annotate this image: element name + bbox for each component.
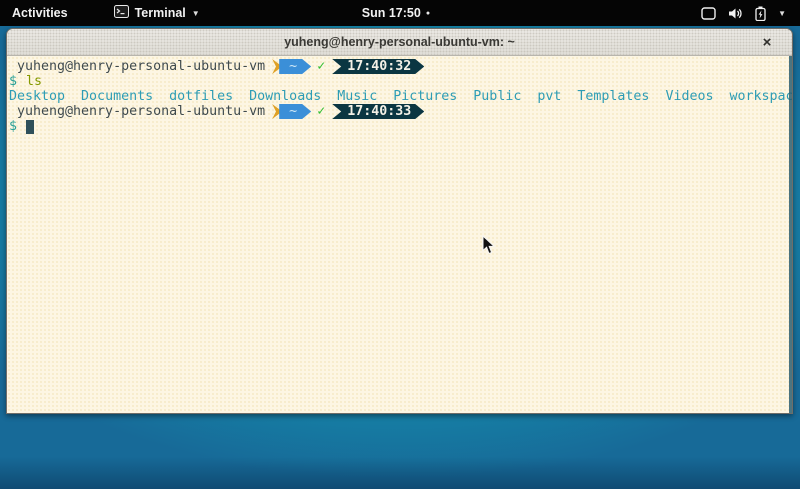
cwd-label: ~ bbox=[289, 104, 297, 119]
screen-icon bbox=[701, 7, 716, 20]
directory-entry: Documents bbox=[81, 89, 153, 104]
activities-label: Activities bbox=[12, 6, 68, 20]
prompt-symbol: $ bbox=[9, 74, 17, 89]
clock-label: Sun 17:50 bbox=[362, 6, 421, 20]
app-menu-terminal[interactable]: Terminal ▼ bbox=[108, 0, 206, 26]
terminal-window: yuheng@henry-personal-ubuntu-vm: ~ × yuh… bbox=[6, 28, 793, 414]
current-input-line[interactable]: $ bbox=[9, 119, 790, 134]
powerline-cwd-segment: ~ bbox=[279, 59, 311, 74]
typed-command: ls bbox=[26, 74, 42, 89]
window-titlebar[interactable]: yuheng@henry-personal-ubuntu-vm: ~ × bbox=[7, 29, 792, 56]
directory-entry: pvt bbox=[537, 89, 561, 104]
prompt-timestamp: 17:40:32 bbox=[332, 59, 424, 74]
chevron-down-icon: ▼ bbox=[192, 9, 200, 18]
scrollbar[interactable] bbox=[789, 56, 792, 413]
prompt-host: yuheng@henry-personal-ubuntu-vm bbox=[17, 59, 265, 74]
notification-dot: ● bbox=[426, 10, 430, 17]
close-button[interactable]: × bbox=[756, 29, 778, 55]
directory-entry: workspace bbox=[729, 89, 793, 104]
app-menu-label: Terminal bbox=[135, 6, 186, 20]
battery-charging-icon bbox=[755, 6, 766, 21]
desktop-background: yuheng@henry-personal-ubuntu-vm: ~ × yuh… bbox=[0, 26, 800, 489]
system-status-area[interactable]: ▼ bbox=[695, 0, 792, 26]
command-line: $ ls bbox=[9, 74, 790, 89]
directory-entry: Downloads bbox=[249, 89, 321, 104]
text-cursor bbox=[26, 120, 34, 134]
directory-entry: Desktop bbox=[9, 89, 65, 104]
cwd-label: ~ bbox=[289, 59, 297, 74]
directory-entry: Templates bbox=[577, 89, 649, 104]
activities-button[interactable]: Activities bbox=[0, 0, 80, 26]
prompt-timestamp: 17:40:33 bbox=[332, 104, 424, 119]
prompt-line-2: yuheng@henry-personal-ubuntu-vm ~ ✓ 17:4… bbox=[9, 104, 790, 119]
terminal-app-icon bbox=[114, 5, 129, 21]
window-title: yuheng@henry-personal-ubuntu-vm: ~ bbox=[284, 35, 515, 49]
ls-output-line: Desktop Documents dotfiles Downloads Mus… bbox=[9, 89, 790, 104]
directory-entry: Public bbox=[473, 89, 521, 104]
chevron-down-icon: ▼ bbox=[778, 9, 786, 18]
prompt-host: yuheng@henry-personal-ubuntu-vm bbox=[17, 104, 265, 119]
status-check-icon: ✓ bbox=[317, 104, 325, 119]
prompt-line-1: yuheng@henry-personal-ubuntu-vm ~ ✓ 17:4… bbox=[9, 59, 790, 74]
directory-entry: dotfiles bbox=[169, 89, 233, 104]
powerline-cwd-segment: ~ bbox=[279, 104, 311, 119]
directory-entry: Pictures bbox=[393, 89, 457, 104]
status-check-icon: ✓ bbox=[317, 59, 325, 74]
directory-entry: Music bbox=[337, 89, 377, 104]
clock-button[interactable]: Sun 17:50 ● bbox=[362, 0, 430, 26]
prompt-symbol: $ bbox=[9, 119, 17, 134]
directory-entry: Videos bbox=[665, 89, 713, 104]
terminal-content[interactable]: yuheng@henry-personal-ubuntu-vm ~ ✓ 17:4… bbox=[7, 56, 792, 413]
top-bar: Activities Terminal ▼ Sun 17:50 ● bbox=[0, 0, 800, 26]
volume-icon bbox=[728, 7, 743, 20]
